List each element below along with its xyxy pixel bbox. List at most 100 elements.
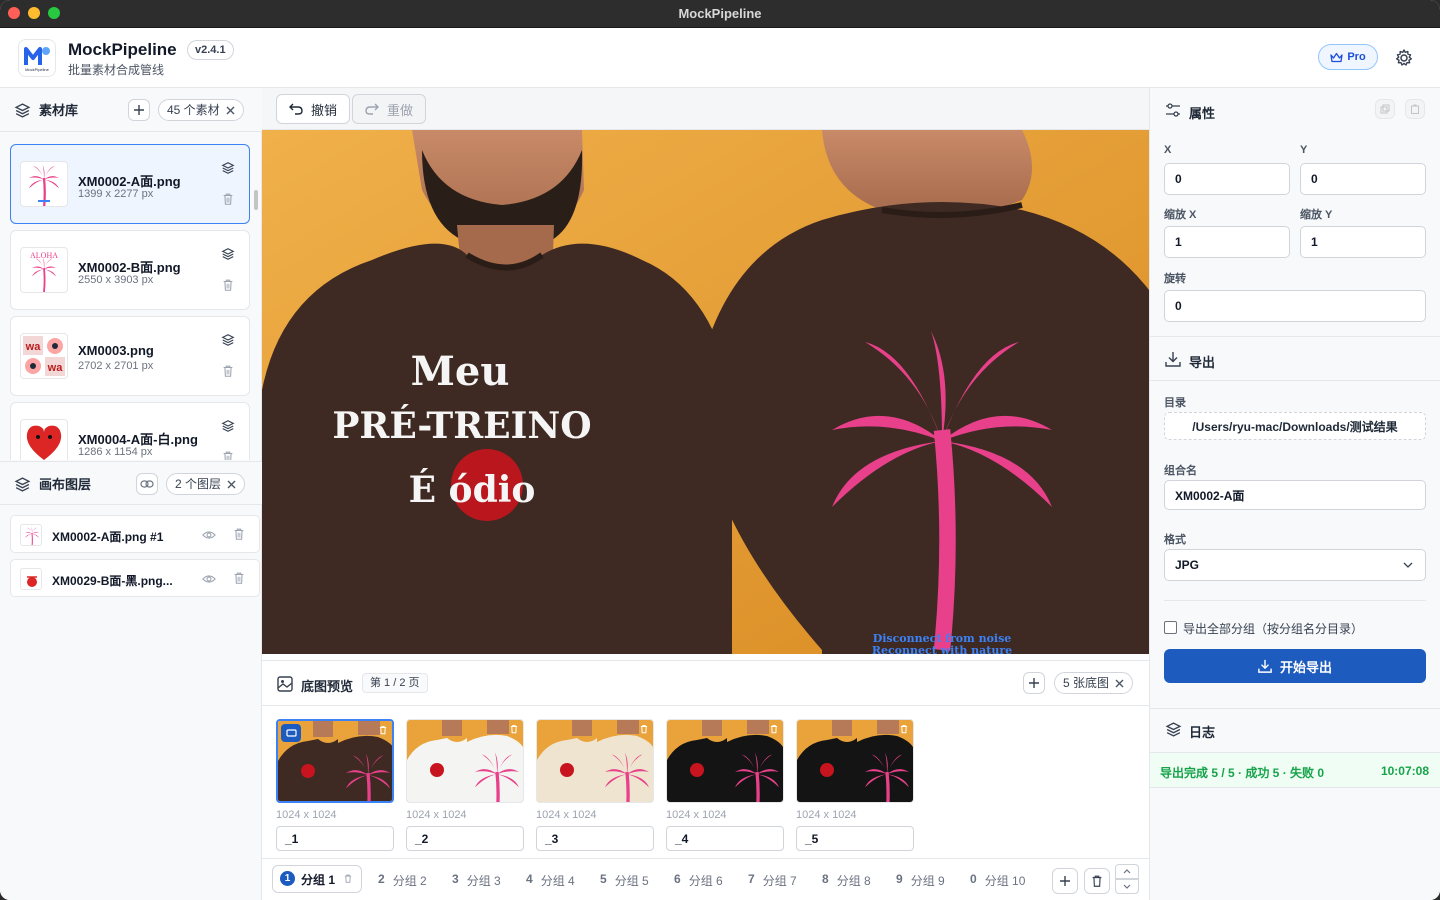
delete-asset-trash-icon[interactable] (221, 278, 235, 292)
layer-row[interactable]: XM0002-A面.png #1 (10, 515, 260, 553)
group-tab[interactable]: 9 分组 9 (896, 872, 945, 889)
export-all-groups-checkbox[interactable] (1164, 621, 1177, 634)
asset-list-scrollbar[interactable] (254, 190, 258, 210)
base-image-card[interactable]: 1024 x 1024 _4 (666, 719, 784, 851)
pro-button[interactable]: Pro (1318, 44, 1378, 70)
group-label: 分组 9 (910, 874, 945, 888)
group-tab[interactable]: 6 分组 6 (674, 872, 723, 889)
add-group-button[interactable] (1052, 868, 1078, 894)
visibility-eye-icon[interactable] (202, 572, 216, 586)
delete-asset-trash-icon[interactable] (221, 364, 235, 378)
group-tab[interactable]: 7 分组 7 (748, 872, 797, 889)
link-layers-button[interactable] (136, 473, 158, 495)
layer-count-badge[interactable]: 2 个图层 (166, 473, 246, 495)
undo-button[interactable]: 撤销 (276, 94, 351, 124)
format-select[interactable]: JPG (1164, 549, 1426, 581)
plus-icon (1029, 678, 1039, 688)
base-image-count-badge[interactable]: 5 张底图 (1054, 672, 1134, 694)
title-bar: MockPipeline (0, 0, 1440, 28)
zoom-window-button[interactable] (48, 7, 60, 19)
delete-base-image-trash-icon[interactable] (769, 724, 779, 734)
asset-card[interactable]: XM0002-A面.png 1399 x 2277 px (10, 144, 250, 224)
delete-layer-trash-icon[interactable] (232, 571, 246, 585)
layer-name: XM0029-B面-黑.png... (52, 574, 173, 588)
group-key: 7 (748, 872, 755, 886)
base-image-card[interactable]: 1024 x 1024 _3 (536, 719, 654, 851)
back-print-line: Reconnect with nature (872, 644, 1012, 654)
directory-picker[interactable]: /Users/ryu-mac/Downloads/测试结果 (1164, 412, 1426, 440)
paste-properties-button[interactable] (1405, 99, 1425, 119)
group-tab[interactable]: 1 分组 1 (280, 871, 353, 888)
scale-x-label: 缩放 X (1164, 209, 1197, 221)
plus-icon (134, 105, 144, 115)
app-name: MockPipeline (68, 40, 177, 59)
settings-gear-icon[interactable] (1394, 48, 1414, 68)
asset-card[interactable]: ALOHA XM0002-B面.png 2550 x 3903 px (10, 230, 250, 310)
scroll-groups-down-button[interactable] (1115, 879, 1139, 894)
base-image-name-input[interactable]: _4 (666, 826, 784, 851)
rotation-input[interactable]: 0 (1164, 290, 1426, 322)
group-tab[interactable]: 3 分组 3 (452, 872, 501, 889)
group-tab[interactable]: 8 分组 8 (822, 872, 871, 889)
redo-button[interactable]: 重做 (352, 94, 427, 124)
asset-card[interactable]: wa wa XM0003.png 2702 x 2701 px (10, 316, 250, 396)
x-input[interactable]: 0 (1164, 163, 1290, 195)
delete-asset-trash-icon[interactable] (221, 450, 235, 460)
add-to-canvas-layers-icon[interactable] (221, 247, 235, 261)
base-image-name-input[interactable]: _5 (796, 826, 914, 851)
base-image-preview-header: 底图预览 第 1 / 2 页 5 张底图 (262, 660, 1149, 706)
group-tab[interactable]: 0 分组 10 (970, 872, 1025, 889)
asset-card[interactable]: XM0004-A面-白.png 1286 x 1154 px (10, 402, 250, 460)
group-tab[interactable]: 2 分组 2 (378, 872, 427, 889)
add-to-canvas-layers-icon[interactable] (221, 161, 235, 175)
delete-base-image-trash-icon[interactable] (378, 725, 388, 735)
app-logo: MockPipeline (18, 39, 56, 77)
minimize-window-button[interactable] (28, 7, 40, 19)
group-key: 4 (526, 872, 533, 886)
asset-count-badge[interactable]: 45 个素材 (158, 99, 244, 121)
base-image-thumbnail (536, 719, 654, 803)
add-to-canvas-layers-icon[interactable] (221, 419, 235, 433)
delete-base-image-trash-icon[interactable] (639, 724, 649, 734)
delete-base-image-trash-icon[interactable] (899, 724, 909, 734)
group-label: 分组 1 (301, 873, 336, 887)
base-image-name-input[interactable]: _3 (536, 826, 654, 851)
copy-properties-button[interactable] (1375, 99, 1395, 119)
base-image-card[interactable]: 1024 x 1024 _1 (276, 719, 394, 851)
base-image-name-input[interactable]: _2 (406, 826, 524, 851)
visibility-eye-icon[interactable] (202, 528, 216, 542)
scale-x-input[interactable]: 1 (1164, 226, 1290, 258)
base-image-count-label: 5 张底图 (1063, 676, 1110, 690)
delete-group-button[interactable] (1084, 868, 1110, 894)
mockup-canvas[interactable]: Meu PRÉ-TREINO É ódio Disconnect from no… (262, 130, 1149, 654)
delete-asset-trash-icon[interactable] (221, 192, 235, 206)
clear-layers-close-icon[interactable] (227, 480, 236, 489)
clear-assets-close-icon[interactable] (226, 106, 235, 115)
chevron-down-icon (1123, 884, 1131, 889)
add-to-canvas-layers-icon[interactable] (221, 333, 235, 347)
chevron-up-icon (1123, 869, 1131, 874)
close-window-button[interactable] (8, 7, 20, 19)
front-print-line: Meu (411, 348, 510, 395)
scale-y-input[interactable]: 1 (1300, 226, 1426, 258)
base-image-card[interactable]: 1024 x 1024 _5 (796, 719, 914, 851)
group-label: 分组 5 (614, 874, 649, 888)
group-tab[interactable]: 5 分组 5 (600, 872, 649, 889)
start-export-button[interactable]: 开始导出 (1164, 649, 1426, 683)
scroll-groups-up-button[interactable] (1115, 864, 1139, 879)
delete-base-image-trash-icon[interactable] (509, 724, 519, 734)
clear-base-images-close-icon[interactable] (1115, 679, 1124, 688)
add-base-image-button[interactable] (1023, 672, 1045, 694)
group-tab[interactable]: 4 分组 4 (526, 872, 575, 889)
format-selected-value: JPG (1175, 558, 1200, 572)
delete-group-trash-icon[interactable] (343, 873, 353, 884)
delete-layer-trash-icon[interactable] (232, 527, 246, 541)
group-name-input[interactable]: XM0002-A面 (1164, 480, 1426, 510)
layer-row[interactable]: XM0029-B面-黑.png... (10, 559, 260, 597)
add-asset-button[interactable] (128, 99, 150, 121)
base-image-name-input[interactable]: _1 (276, 826, 394, 851)
y-input[interactable]: 0 (1300, 163, 1426, 195)
group-label: 分组 10 (984, 874, 1026, 888)
base-image-card[interactable]: 1024 x 1024 _2 (406, 719, 524, 851)
export-all-groups-label: 导出全部分组（按分组名分目录） (1183, 622, 1364, 636)
